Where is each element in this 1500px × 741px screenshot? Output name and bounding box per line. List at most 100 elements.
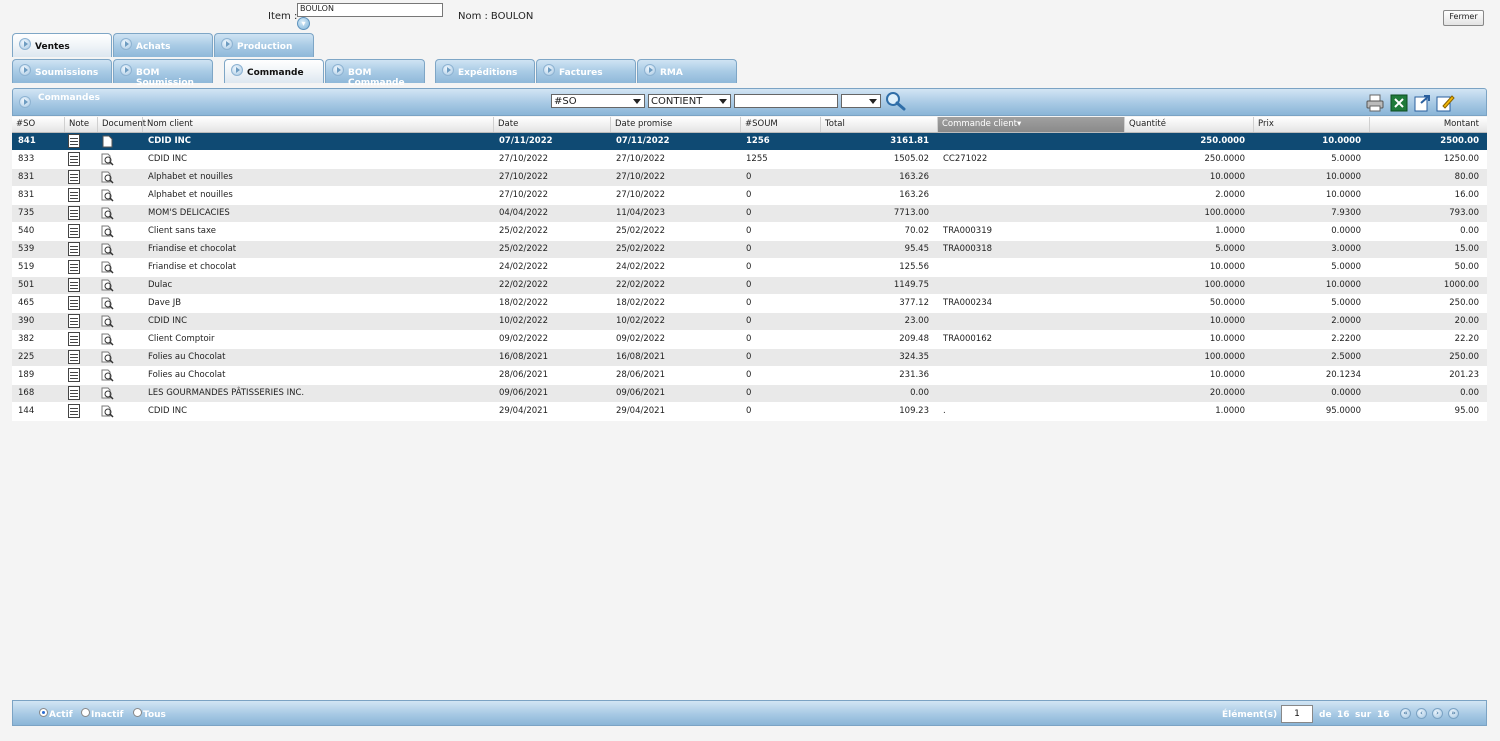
- note-icon[interactable]: [68, 242, 80, 256]
- tab-factures[interactable]: Factures: [536, 59, 636, 83]
- header-so[interactable]: #SO: [12, 117, 64, 132]
- cell-quantity: 100.0000: [1204, 280, 1245, 290]
- table-row[interactable]: 519 Friandise et chocolat 24/02/2022 24/02/…: [12, 259, 1487, 277]
- item-dropdown-icon[interactable]: ▾: [297, 17, 310, 30]
- next-page-icon[interactable]: ›: [1432, 708, 1443, 719]
- table-row[interactable]: 189 Folies au Chocolat 28/06/2021 28/06/202…: [12, 367, 1487, 385]
- operator-select[interactable]: CONTIENT: [648, 94, 731, 108]
- document-search-icon[interactable]: [101, 369, 114, 382]
- cell-amount: 1250.00: [1443, 154, 1479, 164]
- first-page-icon[interactable]: «: [1400, 708, 1411, 719]
- note-icon[interactable]: [68, 170, 80, 184]
- cell-total: 70.02: [904, 226, 929, 236]
- note-icon[interactable]: [68, 152, 80, 166]
- excel-icon[interactable]: [1389, 93, 1409, 113]
- note-icon[interactable]: [68, 188, 80, 202]
- header-note[interactable]: Note: [64, 117, 97, 132]
- header-client-order[interactable]: Commande client▾: [937, 117, 1124, 132]
- note-icon[interactable]: [68, 224, 80, 238]
- document-search-icon[interactable]: [101, 189, 114, 202]
- tab-production[interactable]: Production: [214, 33, 314, 57]
- field-select[interactable]: #SO: [551, 94, 645, 108]
- cell-date: 27/10/2022: [499, 154, 548, 164]
- tab-rma[interactable]: RMA: [637, 59, 737, 83]
- document-search-icon[interactable]: [101, 279, 114, 292]
- note-icon[interactable]: [68, 206, 80, 220]
- close-button[interactable]: Fermer: [1443, 10, 1484, 26]
- radio-inactif[interactable]: [81, 708, 90, 717]
- header-document[interactable]: Document: [97, 117, 146, 132]
- cell-date: 09/06/2021: [499, 388, 548, 398]
- note-icon[interactable]: [68, 260, 80, 274]
- table-row[interactable]: 831 Alphabet et nouilles 27/10/2022 27/10/2…: [12, 169, 1487, 187]
- document-search-icon[interactable]: [101, 171, 114, 184]
- header-client-name[interactable]: Nom client: [142, 117, 493, 132]
- header-soum[interactable]: #SOUM: [740, 117, 820, 132]
- radio-actif[interactable]: [39, 708, 48, 717]
- cell-soum: 0: [746, 190, 752, 200]
- export-icon[interactable]: [1412, 93, 1432, 113]
- document-search-icon[interactable]: [101, 207, 114, 220]
- table-row[interactable]: 539 Friandise et chocolat 25/02/2022 25/02/…: [12, 241, 1487, 259]
- print-icon[interactable]: [1365, 93, 1385, 113]
- cell-soum: 0: [746, 208, 752, 218]
- table-row[interactable]: 168 LES GOURMANDES PÂTISSERIES INC. 09/06/…: [12, 385, 1487, 403]
- table-row[interactable]: 465 Dave JB 18/02/2022 18/02/2022 0 377.12 TRA…: [12, 295, 1487, 313]
- document-icon[interactable]: [101, 135, 114, 148]
- tab-soumissions[interactable]: Soumissions: [12, 59, 112, 83]
- note-icon[interactable]: [68, 296, 80, 310]
- note-icon[interactable]: [68, 386, 80, 400]
- header-date[interactable]: Date: [493, 117, 610, 132]
- note-icon[interactable]: [68, 404, 80, 418]
- page-input[interactable]: 1: [1281, 705, 1313, 723]
- header-total[interactable]: Total: [820, 117, 937, 132]
- table-row[interactable]: 735 MOM'S DELICACIES 04/04/2022 11/04/2023 0…: [12, 205, 1487, 223]
- table-row[interactable]: 841 CDID INC 07/11/2022 07/11/2022 1256 3161.…: [12, 133, 1487, 151]
- table-row[interactable]: 225 Folies au Chocolat 16/08/2021 16/08/202…: [12, 349, 1487, 367]
- table-row[interactable]: 540 Client sans taxe 25/02/2022 25/02/2022 0…: [12, 223, 1487, 241]
- note-icon[interactable]: [68, 368, 80, 382]
- table-row[interactable]: 831 Alphabet et nouilles 27/10/2022 27/10/2…: [12, 187, 1487, 205]
- cell-soum: 1256: [746, 136, 770, 146]
- document-search-icon[interactable]: [101, 225, 114, 238]
- radio-tous[interactable]: [133, 708, 142, 717]
- table-row[interactable]: 382 Client Comptoir 09/02/2022 09/02/2022 0 2…: [12, 331, 1487, 349]
- header-promise-date[interactable]: Date promise: [610, 117, 740, 132]
- edit-icon[interactable]: [1435, 93, 1455, 113]
- extra-select[interactable]: [841, 94, 881, 108]
- tab-ventes[interactable]: Ventes: [12, 33, 112, 57]
- table-row[interactable]: 390 CDID INC 10/02/2022 10/02/2022 0 23.00 10.…: [12, 313, 1487, 331]
- document-search-icon[interactable]: [101, 351, 114, 364]
- document-search-icon[interactable]: [101, 153, 114, 166]
- item-input[interactable]: BOULON: [297, 3, 443, 17]
- document-search-icon[interactable]: [101, 387, 114, 400]
- header-price[interactable]: Prix: [1253, 117, 1369, 132]
- note-icon[interactable]: [68, 350, 80, 364]
- tab-achats[interactable]: Achats: [113, 33, 213, 57]
- note-icon[interactable]: [68, 278, 80, 292]
- search-input[interactable]: [734, 94, 838, 108]
- document-search-icon[interactable]: [101, 315, 114, 328]
- header-amount[interactable]: Montant: [1369, 117, 1487, 132]
- tab-bom-soumission[interactable]: BOM Soumission: [113, 59, 213, 88]
- note-icon[interactable]: [68, 332, 80, 346]
- cell-price: 0.0000: [1331, 226, 1361, 236]
- note-icon[interactable]: [68, 314, 80, 328]
- search-icon[interactable]: [884, 91, 908, 111]
- document-search-icon[interactable]: [101, 297, 114, 310]
- tab-exp-ditions[interactable]: Expéditions: [435, 59, 535, 83]
- tab-commande[interactable]: Commande: [224, 59, 324, 83]
- header-quantity[interactable]: Quantité: [1124, 117, 1253, 132]
- document-search-icon[interactable]: [101, 243, 114, 256]
- prev-page-icon[interactable]: ‹: [1416, 708, 1427, 719]
- collapse-icon[interactable]: [19, 96, 31, 108]
- table-row[interactable]: 144 CDID INC 29/04/2021 29/04/2021 0 109.23. 1…: [12, 403, 1487, 421]
- last-page-icon[interactable]: »: [1448, 708, 1459, 719]
- document-search-icon[interactable]: [101, 405, 114, 418]
- tab-bom-commande[interactable]: BOM Commande: [325, 59, 425, 88]
- table-row[interactable]: 833 CDID INC 27/10/2022 27/10/2022 1255 1505.…: [12, 151, 1487, 169]
- document-search-icon[interactable]: [101, 333, 114, 346]
- table-row[interactable]: 501 Dulac 22/02/2022 22/02/2022 0 1149.75 100.…: [12, 277, 1487, 295]
- document-search-icon[interactable]: [101, 261, 114, 274]
- note-icon[interactable]: [68, 134, 80, 148]
